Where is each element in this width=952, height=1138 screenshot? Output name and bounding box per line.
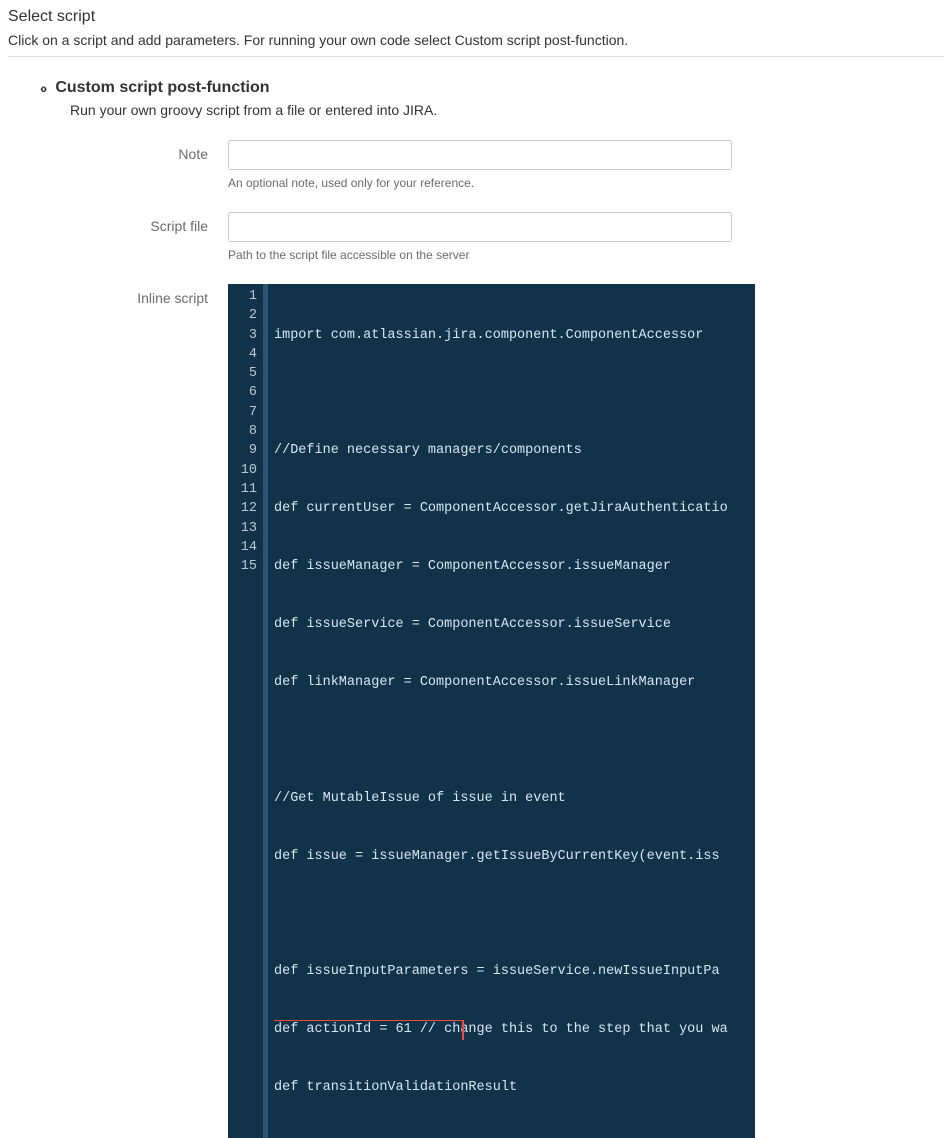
heading-row: ‹› Custom script post-function (40, 79, 944, 97)
code-line: def issueManager = ComponentAccessor.iss… (274, 557, 755, 576)
code-gutter: 1 2 3 4 5 6 7 8 9 10 11 12 13 14 15 (228, 284, 263, 1138)
note-content: An optional note, used only for your ref… (228, 140, 732, 190)
note-label: Note (40, 140, 228, 162)
code-line (274, 905, 755, 924)
code-line: def issueInputParameters = issueService.… (274, 962, 755, 981)
page-subtitle: Click on a script and add parameters. Fo… (8, 32, 944, 57)
form-row-inlinescript: Inline script 1 2 3 4 5 6 7 8 9 10 11 12… (40, 284, 944, 1138)
code-line: def issueService = ComponentAccessor.iss… (274, 615, 755, 634)
scriptfile-input[interactable] (228, 212, 732, 242)
inlinescript-label: Inline script (40, 284, 228, 306)
code-line: //Get MutableIssue of issue in event (274, 789, 755, 808)
code-line-highlighted: def actionId = 61 // change this to the … (274, 1020, 755, 1039)
code-line: //Define necessary managers/components (274, 441, 755, 460)
arrow-icon: ‹› (40, 80, 45, 96)
page-title: Select script (8, 8, 944, 26)
code-line: def transitionValidationResult (274, 1078, 755, 1097)
code-line: import com.atlassian.jira.component.Comp… (274, 326, 755, 345)
scriptfile-content: Path to the script file accessible on th… (228, 212, 732, 262)
section-heading: Custom script post-function (55, 79, 269, 97)
code-content[interactable]: import com.atlassian.jira.component.Comp… (263, 284, 755, 1138)
form-row-scriptfile: Script file Path to the script file acce… (40, 212, 944, 262)
code-line (274, 731, 755, 750)
scriptfile-help: Path to the script file accessible on th… (228, 248, 732, 262)
note-help: An optional note, used only for your ref… (228, 176, 732, 190)
code-line: def issue = issueManager.getIssueByCurre… (274, 847, 755, 866)
code-line: def currentUser = ComponentAccessor.getJ… (274, 499, 755, 518)
code-line: def transitionResult (274, 1136, 755, 1138)
content-section: ‹› Custom script post-function Run your … (40, 79, 944, 1138)
section-description: Run your own groovy script from a file o… (70, 102, 944, 118)
code-editor[interactable]: 1 2 3 4 5 6 7 8 9 10 11 12 13 14 15 impo… (228, 284, 755, 1138)
code-line: def linkManager = ComponentAccessor.issu… (274, 673, 755, 692)
note-input[interactable] (228, 140, 732, 170)
scriptfile-label: Script file (40, 212, 228, 234)
form-row-note: Note An optional note, used only for you… (40, 140, 944, 190)
code-line (274, 383, 755, 402)
